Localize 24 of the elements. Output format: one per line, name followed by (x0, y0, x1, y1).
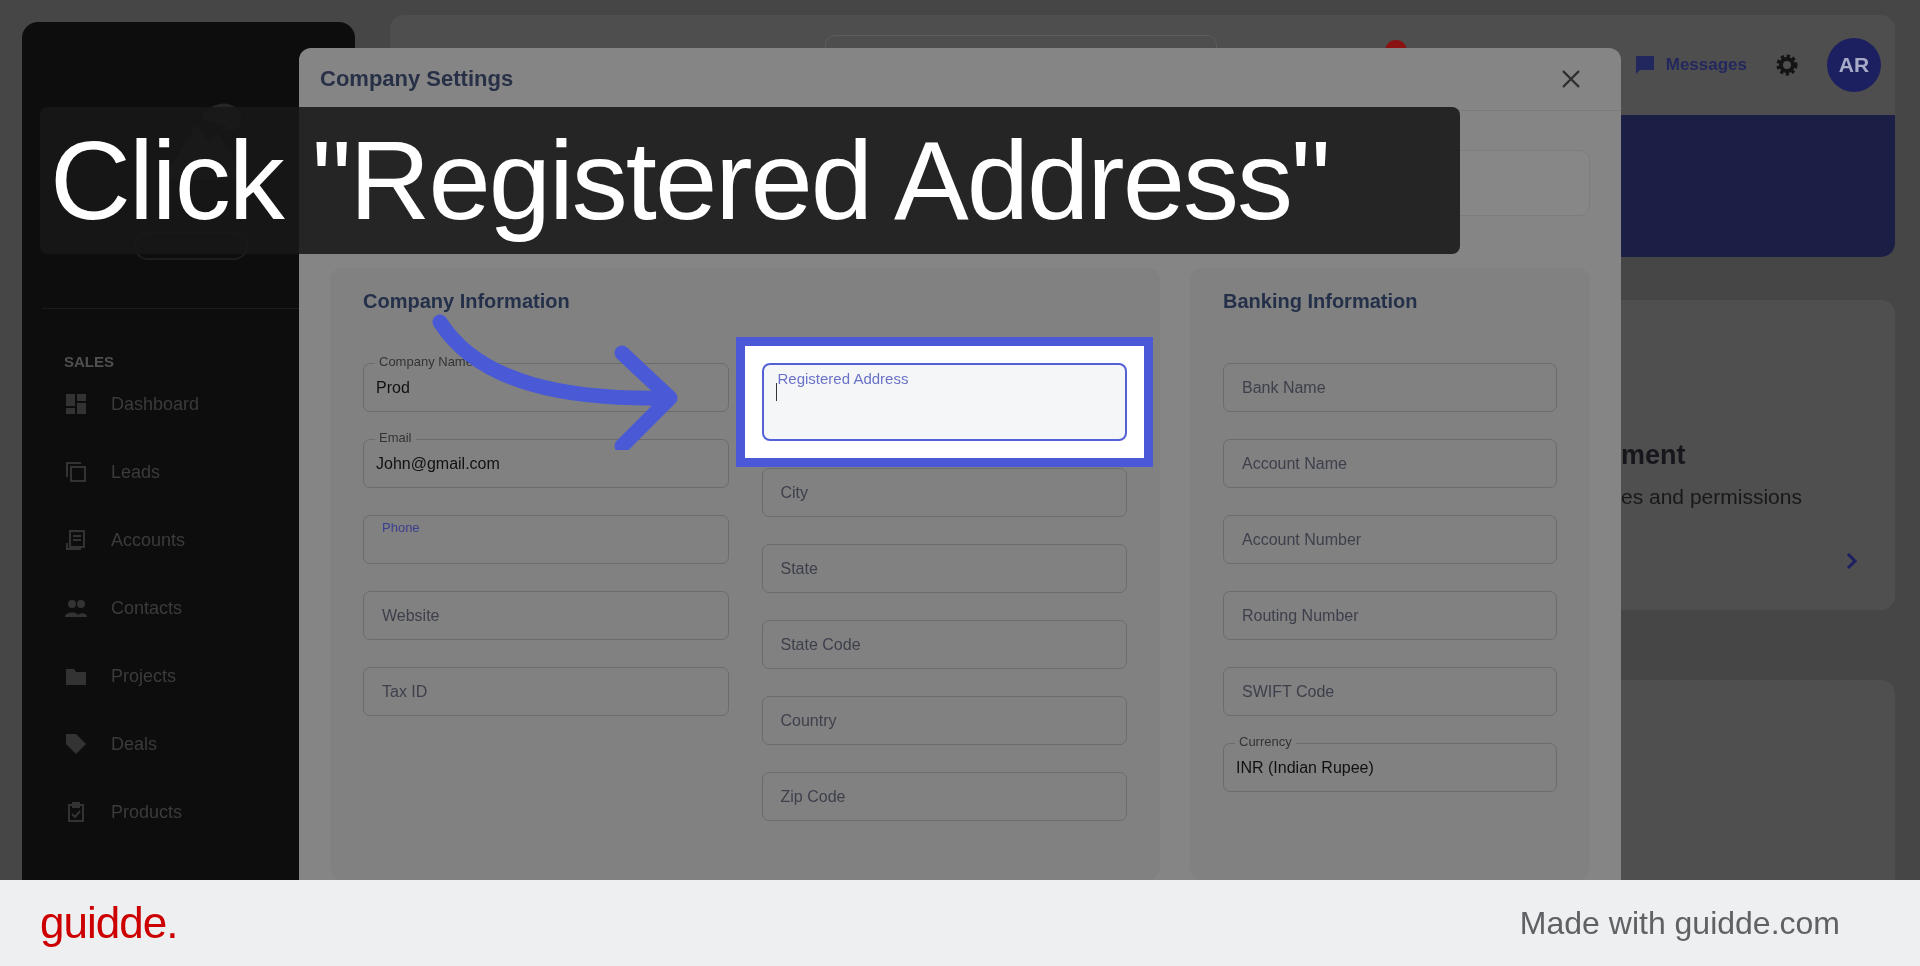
section-heading: SALES (64, 353, 114, 370)
field-label: Currency (1235, 734, 1296, 750)
input-field[interactable]: Zip Code (761, 772, 1127, 821)
input-field[interactable]: Phone (363, 515, 729, 564)
section-title: Company Information (363, 290, 570, 314)
card-title: ment (1621, 440, 1686, 471)
input-field[interactable]: Website (363, 591, 729, 640)
dialog-title: Company Settings (320, 66, 514, 92)
input-field[interactable]: Routing Number (1223, 591, 1557, 640)
input-field[interactable]: Account Name (1223, 439, 1557, 488)
credit-text: Made with guidde.com (1519, 904, 1840, 942)
user-avatar[interactable]: AR (1827, 38, 1881, 92)
instruction-banner: Click "Registered Address" (40, 107, 1460, 254)
input-field[interactable]: SWIFT Code (1223, 667, 1557, 716)
input-field[interactable]: Account Number (1223, 515, 1557, 564)
input-field[interactable]: Country (761, 696, 1127, 745)
input-field[interactable]: Tax ID (363, 667, 729, 716)
input-field[interactable]: Registered Address (761, 363, 1127, 441)
input-field[interactable]: Bank Name (1223, 363, 1557, 412)
input-field[interactable]: State (761, 544, 1127, 593)
section-title: Banking Information (1223, 290, 1418, 314)
input-field[interactable]: State Code (761, 620, 1127, 669)
input-field[interactable]: City (761, 468, 1127, 517)
guidde-logo: guidde. (40, 898, 178, 948)
